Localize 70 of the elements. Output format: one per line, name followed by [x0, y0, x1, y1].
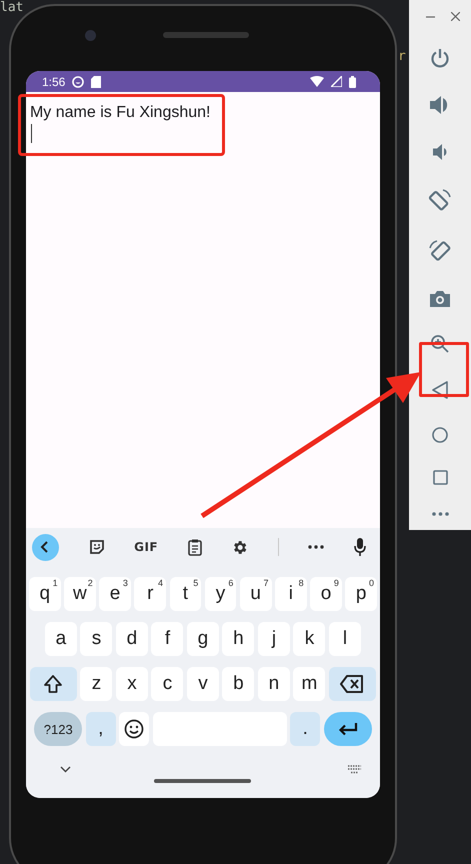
gesture-handle[interactable] [154, 779, 252, 783]
letter-key[interactable]: q$^{1}$ [28, 577, 61, 611]
camera-dot [84, 30, 96, 41]
letter-key[interactable]: z [80, 667, 112, 701]
letter-key[interactable]: g [186, 622, 219, 656]
back-icon[interactable] [432, 381, 448, 400]
shift-icon [43, 674, 64, 694]
sticker-icon[interactable] [88, 539, 105, 555]
close-icon[interactable] [451, 12, 460, 21]
minimize-icon[interactable] [426, 16, 435, 18]
symbols-key[interactable]: ?123 [34, 712, 82, 746]
letter-key[interactable]: n [258, 667, 290, 701]
rotate-right-icon[interactable] [428, 238, 452, 263]
letter-key[interactable]: f [151, 622, 184, 656]
rotate-left-icon[interactable] [428, 188, 452, 212]
enter-icon [338, 722, 358, 736]
letter-key[interactable]: e$^{3}$ [99, 577, 131, 611]
letter-key[interactable]: c [151, 667, 184, 701]
wifi-icon [310, 76, 324, 87]
letter-key[interactable]: s [80, 622, 112, 656]
emoji-icon [124, 719, 144, 739]
letter-key[interactable]: i $^{8}$ [275, 577, 307, 611]
letter-key[interactable]: k [293, 622, 326, 656]
chevron-left-icon [40, 541, 50, 553]
power-icon[interactable] [430, 48, 450, 68]
letter-key[interactable]: m [293, 667, 326, 701]
battery-icon [348, 76, 356, 88]
code-text: r [398, 49, 406, 64]
gif-button[interactable]: GIF [134, 540, 158, 554]
letter-key[interactable]: o$^{9}$ [310, 577, 342, 611]
letter-key[interactable]: r $^{4}$ [134, 577, 166, 611]
back-button[interactable] [32, 534, 59, 560]
letter-key[interactable]: l [328, 622, 361, 656]
enter-key[interactable] [324, 712, 372, 746]
home-icon[interactable] [432, 426, 448, 443]
letter-key[interactable]: v [186, 667, 219, 701]
letter-key[interactable]: b [222, 667, 254, 701]
letter-key[interactable]: x [116, 667, 148, 701]
letter-key[interactable]: j [258, 622, 290, 656]
text-input[interactable]: My name is Fu Xingshun! [30, 104, 210, 143]
volume-down-icon[interactable] [432, 142, 448, 161]
code-text: lat [0, 0, 24, 15]
chevron-down-icon[interactable] [60, 766, 71, 772]
letter-key[interactable]: y $^{6}$ [204, 577, 236, 611]
period-key[interactable]: . [290, 712, 320, 746]
letter-key[interactable]: u$^{7}$ [240, 577, 272, 611]
shift-key[interactable] [30, 667, 77, 701]
overview-icon[interactable] [432, 470, 448, 485]
clipboard-icon[interactable] [188, 538, 202, 556]
letter-key[interactable]: p$^{0}$ [345, 577, 377, 611]
zoom-in-icon[interactable] [430, 334, 450, 354]
letter-key[interactable]: h [222, 622, 254, 656]
letter-key[interactable]: d [116, 622, 148, 656]
backspace-icon [340, 675, 364, 693]
comma-key[interactable]: , [86, 712, 116, 746]
signal-icon [330, 76, 342, 87]
letter-key[interactable]: w$^{2}$ [64, 577, 96, 611]
settings-icon[interactable] [231, 538, 248, 556]
clock-text: 1:56 [42, 74, 66, 88]
sd-card-icon [91, 76, 102, 88]
emoji-key[interactable] [119, 712, 150, 746]
more-icon[interactable] [308, 545, 324, 549]
backspace-key[interactable] [328, 667, 376, 701]
keyboard-switch-icon[interactable] [346, 764, 362, 774]
letter-key[interactable]: a [44, 622, 77, 656]
letter-key[interactable]: t $^{5}$ [170, 577, 202, 611]
microphone-icon[interactable] [354, 538, 366, 556]
notification-icon [72, 76, 84, 88]
highlight-frame [419, 342, 469, 397]
camera-icon[interactable] [430, 290, 450, 308]
